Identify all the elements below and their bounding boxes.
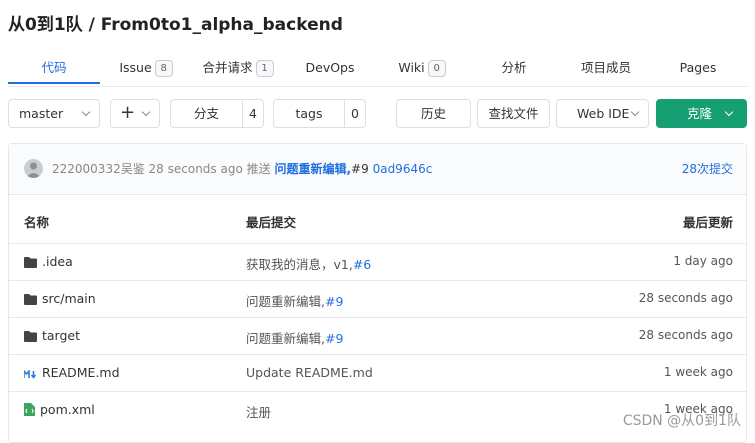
tab-devops[interactable]: DevOps [284, 54, 376, 84]
tab-pages[interactable]: Pages [652, 54, 744, 84]
tab-label: 合并请求 [202, 60, 253, 75]
commit-message[interactable]: 问题重新编辑, [274, 162, 351, 176]
commit-message[interactable]: 问题重新编辑, [246, 294, 325, 309]
updated-time: 28 seconds ago [638, 291, 733, 305]
commit-count-link[interactable]: 28次提交 [682, 160, 733, 177]
branches-label: 分支 [171, 100, 243, 127]
commit-author[interactable]: 222000332吴鉴 [52, 162, 145, 176]
xml-file-icon [24, 403, 35, 416]
tab-members[interactable]: 项目成员 [560, 54, 652, 84]
updated-time: 1 day ago [673, 254, 733, 268]
commit-ref[interactable]: #9 [325, 294, 343, 309]
branches-count: 4 [249, 106, 257, 121]
file-name[interactable]: .idea [42, 254, 73, 269]
table-row[interactable]: src/main 问题重新编辑,#9 28 seconds ago [9, 281, 746, 318]
clone-button[interactable]: 克隆 [656, 99, 747, 128]
clone-label: 克隆 [687, 106, 713, 121]
chevron-down-icon [724, 107, 734, 117]
commit-ref[interactable]: #9 [351, 162, 369, 176]
tab-label: 分析 [501, 60, 527, 75]
history-button[interactable]: 历史 [396, 99, 471, 128]
tab-issue[interactable]: Issue 8 [100, 54, 192, 84]
updated-time: 28 seconds ago [638, 328, 733, 342]
branch-select[interactable]: master [8, 99, 100, 128]
commit-sha[interactable]: 0ad9646c [373, 162, 433, 176]
tab-wiki[interactable]: Wiki 0 [376, 54, 468, 84]
issue-count-badge: 8 [154, 60, 173, 77]
table-row[interactable]: .idea 获取我的消息，v1,#6 1 day ago [9, 244, 746, 281]
tags-label: tags [274, 100, 345, 127]
chevron-down-icon [81, 107, 91, 117]
table-row[interactable]: target 问题重新编辑,#9 28 seconds ago [9, 318, 746, 355]
tags-button[interactable]: tags 0 [273, 99, 366, 128]
tab-label: Issue [119, 60, 152, 75]
commit-time: 28 seconds ago [148, 162, 243, 176]
column-last-updated-header: 最后更新 [682, 215, 733, 230]
page-title: 从0到1队 / From0to1_alpha_backend [8, 15, 343, 35]
chevron-down-icon [630, 107, 640, 117]
commit-message[interactable]: 问题重新编辑, [246, 331, 325, 346]
web-ide-button[interactable]: Web IDE [556, 99, 649, 128]
column-name-header: 名称 [24, 215, 50, 230]
tab-label: DevOps [305, 60, 355, 75]
merge-request-count-badge: 1 [255, 60, 274, 77]
repo-tabs: 代码 Issue 8 合并请求 1 DevOps Wiki 0 分析 项目成员 Pag… [8, 54, 747, 87]
commit-message[interactable]: 注册 [246, 405, 271, 420]
tags-count: 0 [351, 106, 359, 121]
last-commit-bar: 222000332吴鉴 28 seconds ago 推送 问题重新编辑,#9 … [9, 144, 746, 195]
markdown-icon [24, 370, 37, 379]
file-name[interactable]: pom.xml [40, 402, 95, 417]
branch-name: master [19, 106, 64, 121]
commit-message[interactable]: 获取我的消息，v1, [246, 257, 353, 272]
folder-icon [24, 294, 37, 305]
tab-label: 项目成员 [580, 60, 631, 75]
commit-verb: 推送 [246, 162, 271, 176]
web-ide-label: Web IDE [577, 106, 630, 121]
tab-analytics[interactable]: 分析 [468, 54, 560, 84]
commit-ref[interactable]: #6 [353, 257, 371, 272]
find-file-button[interactable]: 查找文件 [477, 99, 550, 128]
file-name[interactable]: target [42, 328, 80, 343]
table-header: 名称 最后提交 最后更新 [9, 195, 746, 244]
plus-icon: + [120, 102, 136, 123]
tab-merge-requests[interactable]: 合并请求 1 [192, 54, 284, 84]
tab-code[interactable]: 代码 [8, 54, 100, 84]
file-browser: 222000332吴鉴 28 seconds ago 推送 问题重新编辑,#9 … [8, 143, 747, 443]
updated-time: 1 week ago [663, 365, 733, 379]
file-name[interactable]: src/main [42, 291, 96, 306]
avatar [24, 159, 43, 178]
tab-label: Pages [679, 60, 717, 75]
commit-ref[interactable]: #9 [325, 331, 343, 346]
commit-message[interactable]: Update README.md [246, 365, 373, 380]
file-name[interactable]: README.md [42, 365, 120, 380]
folder-icon [24, 257, 37, 268]
add-menu-button[interactable]: + [110, 99, 160, 128]
column-last-commit-header: 最后提交 [246, 215, 297, 230]
tab-label: Wiki [398, 60, 425, 75]
wiki-count-badge: 0 [427, 60, 446, 77]
folder-icon [24, 331, 37, 342]
branches-button[interactable]: 分支 4 [170, 99, 264, 128]
chevron-down-icon [141, 107, 151, 117]
commit-meta: 222000332吴鉴 28 seconds ago 推送 问题重新编辑,#9 … [52, 160, 432, 177]
tab-label: 代码 [41, 60, 67, 75]
watermark: CSDN @从0到1队 [622, 413, 741, 429]
table-row[interactable]: README.md Update README.md 1 week ago [9, 355, 746, 392]
